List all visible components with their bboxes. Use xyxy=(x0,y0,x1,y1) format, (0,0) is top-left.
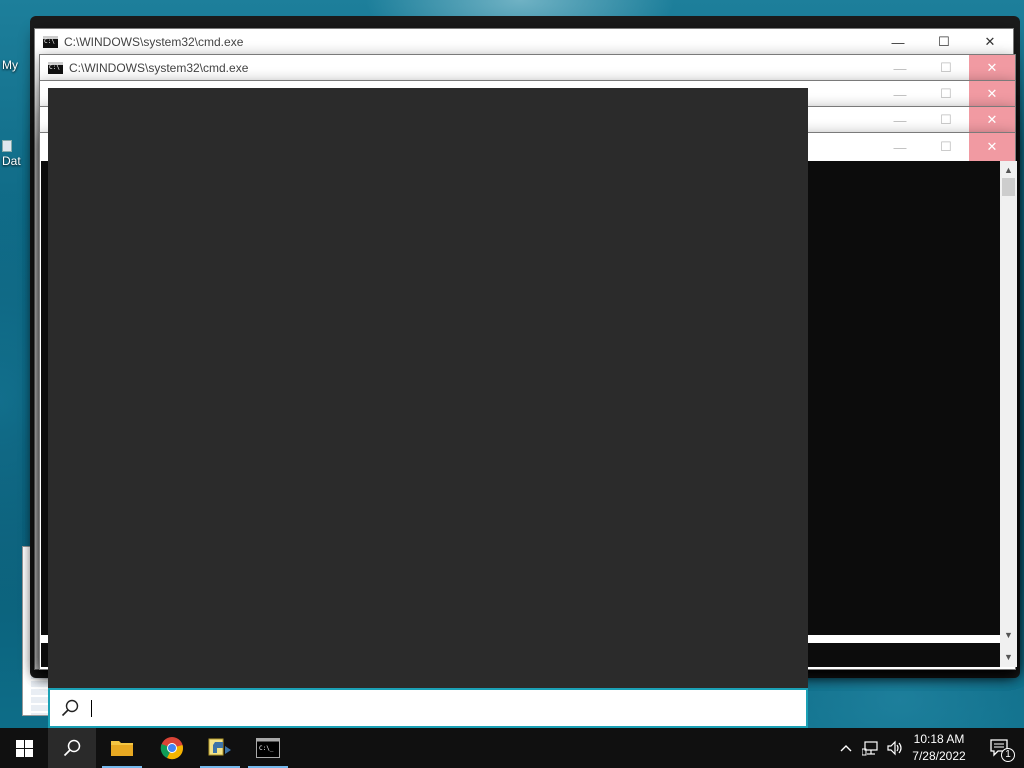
desktop-icon-my[interactable]: My xyxy=(2,58,18,72)
windows-start-icon xyxy=(15,739,33,757)
taskbar-chrome[interactable] xyxy=(148,728,196,768)
lower-scrollbar[interactable]: ▼ xyxy=(1000,643,1017,667)
python-idle-icon xyxy=(208,738,231,756)
minimize-button[interactable]: — xyxy=(877,133,923,161)
vertical-scrollbar[interactable]: ▲ ▼ xyxy=(1000,161,1017,643)
minimize-button[interactable]: — xyxy=(877,107,923,133)
taskbar-search-button[interactable] xyxy=(48,728,96,768)
close-button[interactable]: ✕ xyxy=(967,29,1013,55)
search-icon xyxy=(61,699,79,717)
action-center-button[interactable]: 1 xyxy=(976,728,1024,768)
start-button[interactable] xyxy=(0,728,48,768)
maximize-button[interactable]: ☐ xyxy=(921,29,967,55)
search-results-panel xyxy=(48,88,808,690)
maximize-button[interactable]: ☐ xyxy=(923,55,969,81)
maximize-button[interactable]: ☐ xyxy=(923,133,969,161)
close-button[interactable]: ✕ xyxy=(969,107,1015,133)
clock-time: 10:18 AM xyxy=(913,732,965,746)
desktop-icon-label: My xyxy=(2,58,18,72)
taskbar-clock[interactable]: 10:18 AM 7/28/2022 xyxy=(906,731,972,765)
taskbar-file-explorer[interactable] xyxy=(98,728,146,768)
window-title: C:\WINDOWS\system32\cmd.exe xyxy=(64,35,244,49)
close-button[interactable]: ✕ xyxy=(969,81,1015,107)
minimize-button[interactable]: — xyxy=(875,29,921,55)
network-icon[interactable] xyxy=(860,728,882,768)
text-caret xyxy=(91,700,92,717)
close-button[interactable]: ✕ xyxy=(969,55,1015,81)
maximize-button[interactable]: ☐ xyxy=(923,81,969,107)
taskbar-command-prompt[interactable]: C:\_ xyxy=(244,728,292,768)
cmd-app-icon xyxy=(48,62,63,74)
window-title: C:\WINDOWS\system32\cmd.exe xyxy=(69,61,249,75)
cmd-window-2-titlebar[interactable]: C:\WINDOWS\system32\cmd.exe — ☐ ✕ xyxy=(40,55,1015,81)
cmd-app-icon xyxy=(43,36,58,48)
show-hidden-icons-chevron-icon[interactable] xyxy=(836,728,856,768)
scroll-down-arrow-icon[interactable]: ▼ xyxy=(1000,648,1017,665)
desktop-icon-label: Dat xyxy=(2,154,21,168)
notification-badge: 1 xyxy=(1001,748,1015,762)
scroll-up-arrow-icon[interactable]: ▲ xyxy=(1000,161,1017,178)
search-input[interactable] xyxy=(88,696,788,720)
taskbar: C:\_ 10:18 AM 7/28/2022 1 xyxy=(0,728,1024,768)
clock-date: 7/28/2022 xyxy=(912,749,966,763)
search-icon xyxy=(63,739,81,757)
minimize-button[interactable]: — xyxy=(877,55,923,81)
scroll-thumb[interactable] xyxy=(1002,178,1015,196)
search-box[interactable] xyxy=(48,688,808,728)
minimize-button[interactable]: — xyxy=(877,81,923,107)
file-explorer-icon xyxy=(111,741,133,756)
desktop-icon-dat[interactable]: Dat xyxy=(2,140,21,168)
chrome-icon xyxy=(160,737,183,760)
volume-icon[interactable] xyxy=(884,728,906,768)
cmd-window-1-titlebar[interactable]: C:\WINDOWS\system32\cmd.exe — ☐ ✕ xyxy=(35,29,1013,55)
taskbar-python-idle[interactable] xyxy=(196,728,244,768)
file-icon xyxy=(2,140,12,152)
svg-text:C:\_: C:\_ xyxy=(259,745,274,752)
command-prompt-icon: C:\_ xyxy=(256,738,280,758)
scroll-down-arrow-icon[interactable]: ▼ xyxy=(1000,626,1017,643)
close-button[interactable]: ✕ xyxy=(969,133,1015,161)
maximize-button[interactable]: ☐ xyxy=(923,107,969,133)
